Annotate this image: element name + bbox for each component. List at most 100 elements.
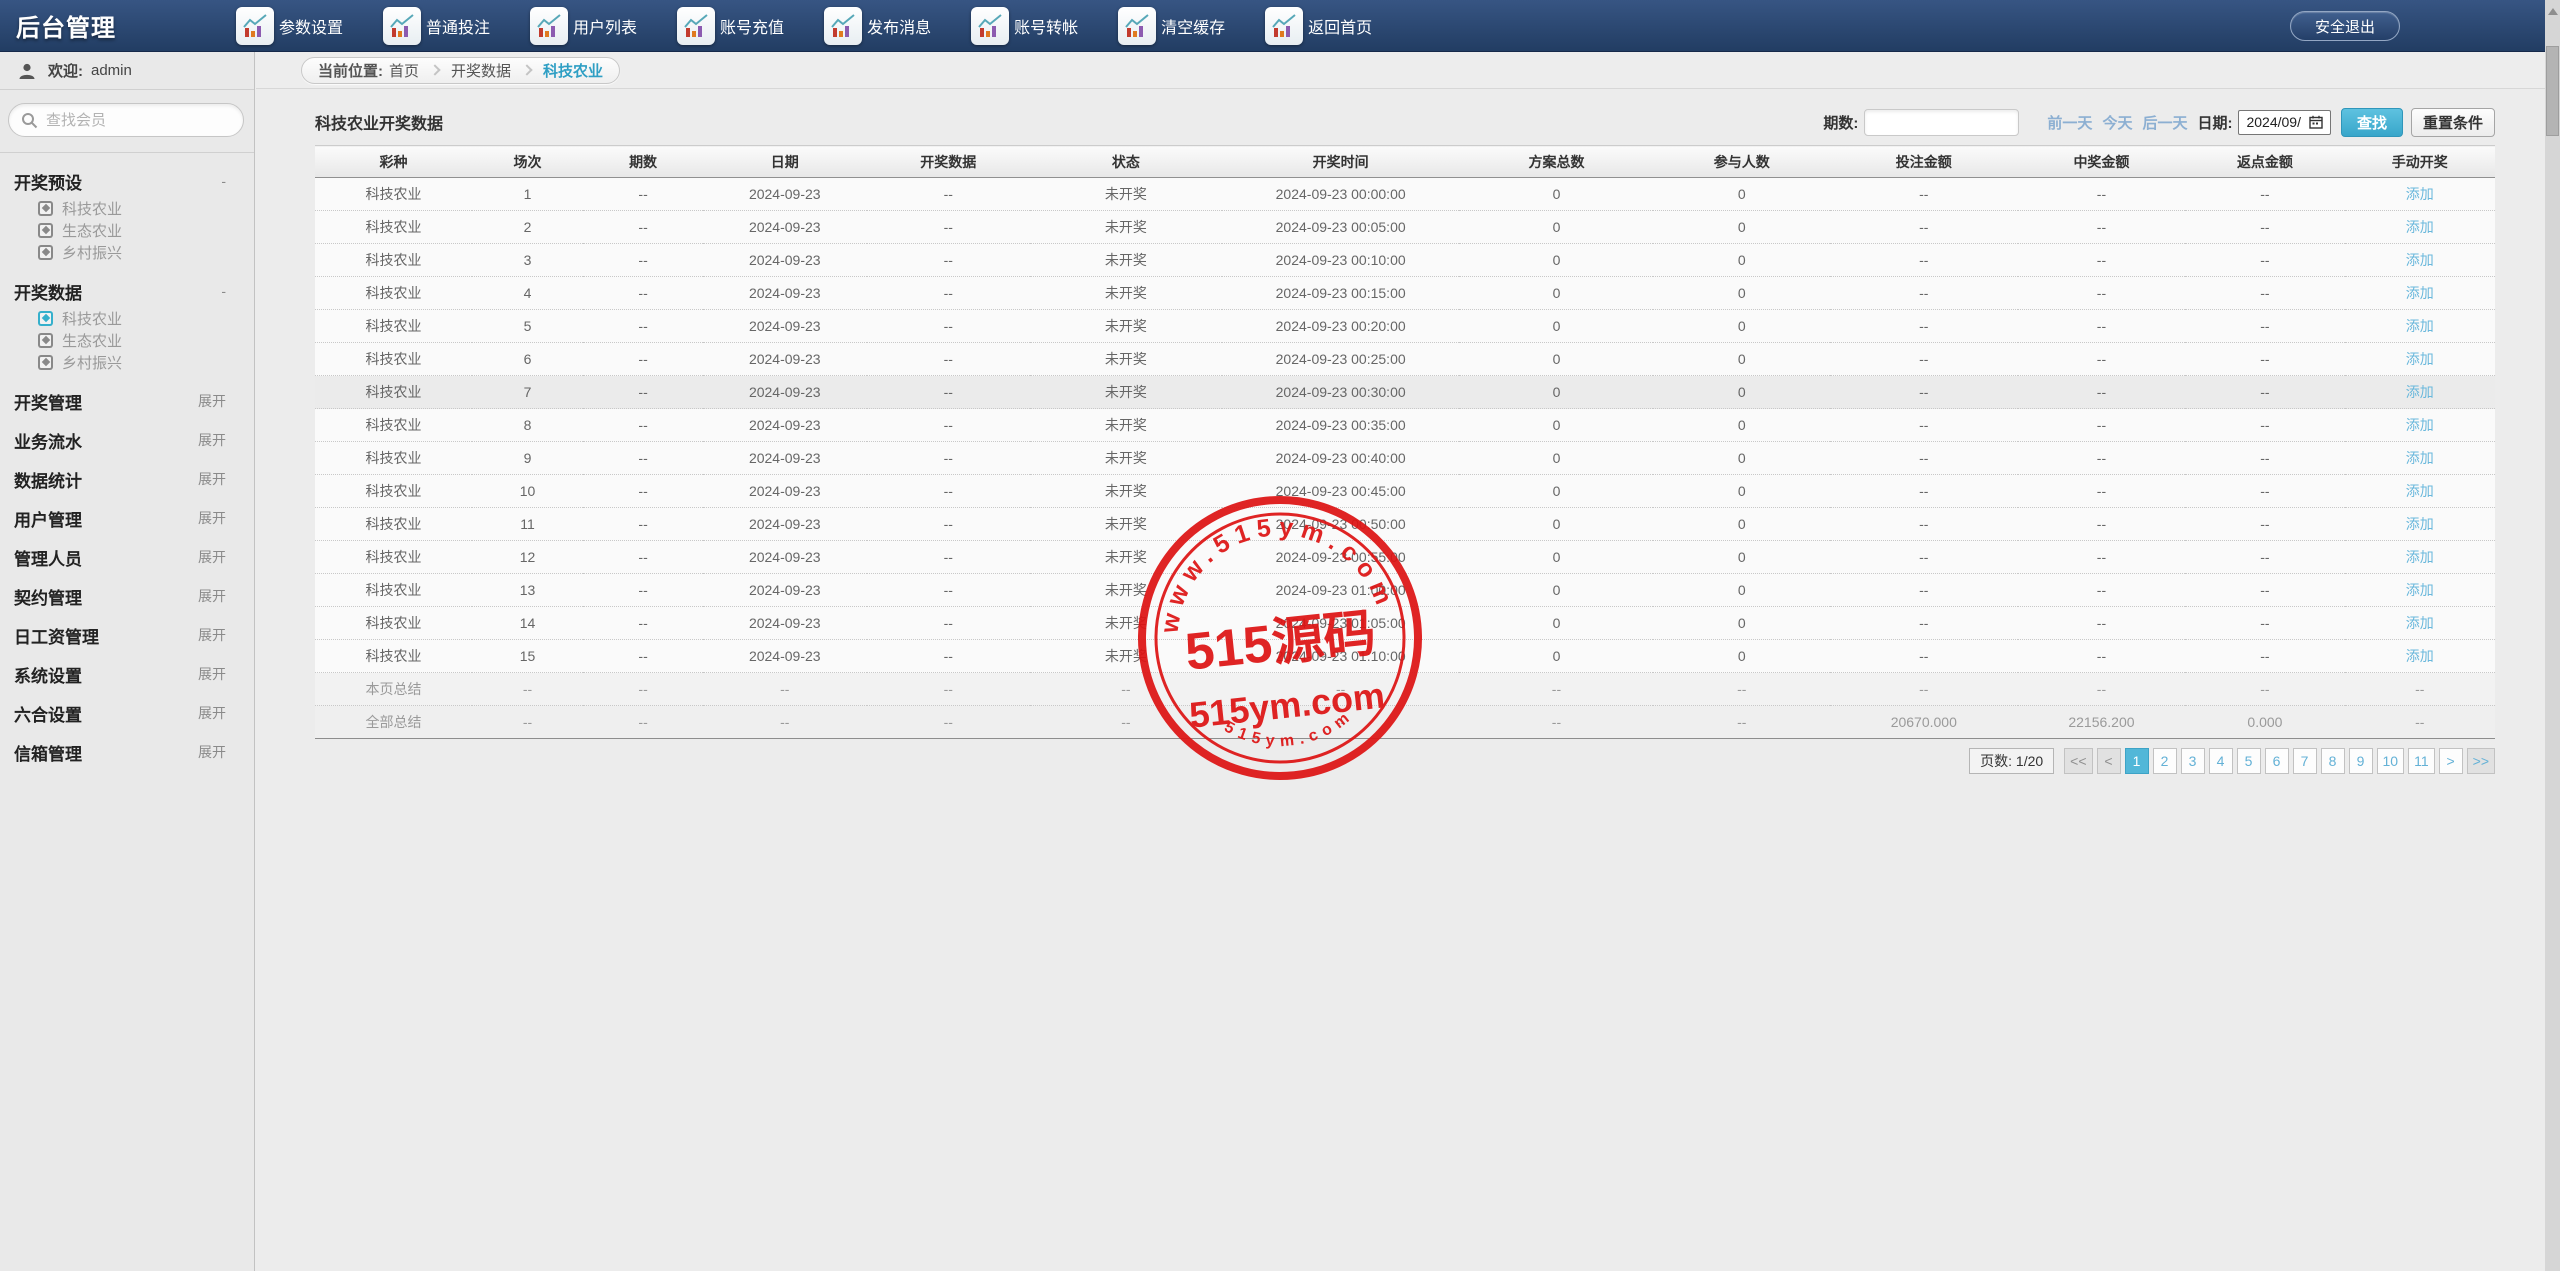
sidebar-section-header[interactable]: 开奖管理 展开 <box>0 388 254 414</box>
add-draw-link[interactable]: 添加 <box>2406 186 2434 202</box>
topnav-item[interactable]: 账号转帐 <box>971 7 1078 45</box>
table-cell: 0 <box>1459 442 1653 475</box>
sidebar-section-header[interactable]: 六合设置 展开 <box>0 700 254 726</box>
chart-icon <box>530 7 568 45</box>
day-link[interactable]: 后一天 <box>2142 112 2187 133</box>
sidebar-section-header[interactable]: 信箱管理 展开 <box>0 739 254 765</box>
topnav-item-label: 参数设置 <box>279 14 343 38</box>
day-link[interactable]: 今天 <box>2102 112 2132 133</box>
table-cell: 未开奖 <box>1030 310 1222 343</box>
add-draw-link[interactable]: 添加 <box>2406 384 2434 400</box>
breadcrumb-link[interactable]: 首页 <box>389 60 419 81</box>
page-button[interactable]: 1 <box>2125 748 2149 774</box>
sidebar-section-header[interactable]: 开奖数据 - <box>0 278 254 304</box>
page-button[interactable]: >> <box>2467 748 2495 774</box>
page-button[interactable]: << <box>2064 748 2092 774</box>
table-cell-action: 添加 <box>2345 574 2496 607</box>
page-button[interactable]: 10 <box>2377 748 2405 774</box>
page-button[interactable]: 9 <box>2349 748 2373 774</box>
page-button[interactable]: 2 <box>2153 748 2177 774</box>
day-links: 前一天今天后一天 <box>2047 112 2197 133</box>
table-cell: -- <box>583 277 703 310</box>
table-row: 科技农业1--2024-09-23--未开奖2024-09-23 00:00:0… <box>315 178 2495 211</box>
add-draw-link[interactable]: 添加 <box>2406 417 2434 433</box>
sidebar-section-header[interactable]: 契约管理 展开 <box>0 583 254 609</box>
sidebar-section-header[interactable]: 日工资管理 展开 <box>0 622 254 648</box>
table-cell: 科技农业 <box>315 607 472 640</box>
topnav-item[interactable]: 参数设置 <box>236 7 343 45</box>
sidebar-section-header[interactable]: 数据统计 展开 <box>0 466 254 492</box>
breadcrumb-current: 科技农业 <box>543 60 603 81</box>
scroll-up-arrow-icon[interactable] <box>2548 8 2558 15</box>
sidebar-item[interactable]: 乡村振兴 <box>0 351 254 373</box>
sidebar-section-header[interactable]: 用户管理 展开 <box>0 505 254 531</box>
date-input[interactable]: 2024/09/ <box>2238 110 2331 135</box>
table-cell: 2024-09-23 01:10:00 <box>1222 640 1460 673</box>
logout-button[interactable]: 安全退出 <box>2290 11 2400 41</box>
sidebar-section-toggle: 展开 <box>198 586 226 606</box>
page-button[interactable]: > <box>2439 748 2463 774</box>
topnav-item[interactable]: 账号充值 <box>677 7 784 45</box>
add-draw-link[interactable]: 添加 <box>2406 219 2434 235</box>
topnav-item[interactable]: 清空缓存 <box>1118 7 1225 45</box>
day-link[interactable]: 前一天 <box>2047 112 2092 133</box>
page-button[interactable]: 6 <box>2265 748 2289 774</box>
page-button[interactable]: 3 <box>2181 748 2205 774</box>
table-cell: 2024-09-23 <box>703 508 867 541</box>
add-draw-link[interactable]: 添加 <box>2406 450 2434 466</box>
page-button[interactable]: < <box>2097 748 2121 774</box>
sidebar-item[interactable]: 生态农业 <box>0 329 254 351</box>
sidebar-section-header[interactable]: 开奖预设 - <box>0 168 254 194</box>
sidebar-section-header[interactable]: 业务流水 展开 <box>0 427 254 453</box>
table-cell: -- <box>583 442 703 475</box>
sidebar-item[interactable]: 科技农业 <box>0 307 254 329</box>
table-cell: 未开奖 <box>1030 607 1222 640</box>
sidebar-item[interactable]: 乡村振兴 <box>0 241 254 263</box>
page-button[interactable]: 7 <box>2293 748 2317 774</box>
scrollbar-thumb[interactable] <box>2546 46 2559 136</box>
period-input[interactable] <box>1864 109 2019 136</box>
add-draw-link[interactable]: 添加 <box>2406 648 2434 664</box>
page-button[interactable]: 5 <box>2237 748 2261 774</box>
topnav-item[interactable]: 用户列表 <box>530 7 637 45</box>
table-cell-action: 添加 <box>2345 376 2496 409</box>
sidebar-section-toggle: 展开 <box>198 469 226 489</box>
table-cell: -- <box>2018 409 2186 442</box>
add-draw-link[interactable]: 添加 <box>2406 351 2434 367</box>
breadcrumb-link[interactable]: 开奖数据 <box>451 60 511 81</box>
table-cell: 0 <box>1653 607 1830 640</box>
search-input[interactable] <box>46 112 216 129</box>
table-cell: -- <box>1830 640 2017 673</box>
search-button[interactable]: 查找 <box>2341 108 2403 137</box>
calendar-icon[interactable] <box>2309 115 2323 129</box>
topnav-item[interactable]: 返回首页 <box>1265 7 1372 45</box>
topnav-item[interactable]: 发布消息 <box>824 7 931 45</box>
topnav-item[interactable]: 普通投注 <box>383 7 490 45</box>
summary-cell: -- <box>867 673 1031 706</box>
add-draw-link[interactable]: 添加 <box>2406 582 2434 598</box>
sidebar-item[interactable]: 科技农业 <box>0 197 254 219</box>
welcome-label: 欢迎: <box>48 60 83 81</box>
page-button[interactable]: 11 <box>2408 748 2435 774</box>
topnav-item-label: 返回首页 <box>1308 14 1372 38</box>
sidebar-section-header[interactable]: 系统设置 展开 <box>0 661 254 687</box>
table-cell: -- <box>1830 343 2017 376</box>
sidebar-item[interactable]: 生态农业 <box>0 219 254 241</box>
add-draw-link[interactable]: 添加 <box>2406 615 2434 631</box>
table-cell: -- <box>2185 508 2344 541</box>
add-draw-link[interactable]: 添加 <box>2406 549 2434 565</box>
summary-cell: -- <box>2185 673 2344 706</box>
add-draw-link[interactable]: 添加 <box>2406 285 2434 301</box>
add-draw-link[interactable]: 添加 <box>2406 483 2434 499</box>
add-draw-link[interactable]: 添加 <box>2406 318 2434 334</box>
chart-icon <box>971 7 1009 45</box>
reset-button[interactable]: 重置条件 <box>2411 108 2495 137</box>
table-cell: -- <box>2185 211 2344 244</box>
add-draw-link[interactable]: 添加 <box>2406 252 2434 268</box>
page-button[interactable]: 8 <box>2321 748 2345 774</box>
table-cell: 未开奖 <box>1030 442 1222 475</box>
sidebar-section-header[interactable]: 管理人员 展开 <box>0 544 254 570</box>
add-draw-link[interactable]: 添加 <box>2406 516 2434 532</box>
page-button[interactable]: 4 <box>2209 748 2233 774</box>
scrollbar[interactable] <box>2545 0 2560 1271</box>
